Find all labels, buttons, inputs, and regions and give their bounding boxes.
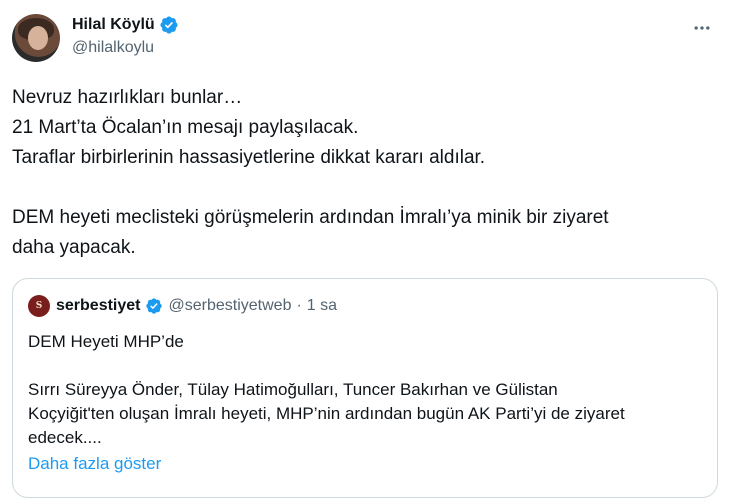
quoted-timestamp[interactable]: 1 sa — [307, 297, 337, 315]
display-name[interactable]: Hilal Köylü — [72, 16, 155, 34]
quoted-line: Koçyiğit'ten oluşan İmralı heyeti, MHP’n… — [28, 404, 625, 423]
quoted-text: DEM Heyeti MHP’de Sırrı Süreyya Önder, T… — [28, 330, 708, 450]
quoted-header: S serbestiyet @serbestiyetweb · 1 sa — [28, 295, 337, 317]
name-row: Hilal Köylü — [72, 14, 179, 36]
quoted-handle: @serbestiyetweb — [168, 297, 292, 314]
avatar-face — [28, 26, 48, 50]
tweet-line: DEM heyeti meclisteki görüşmelerin ardın… — [12, 207, 609, 228]
quoted-line: edecek.... — [28, 428, 102, 447]
separator-dot: · — [296, 297, 302, 314]
tweet-line: Taraflar birbirlerinin hassasiyetlerine … — [12, 147, 486, 168]
more-icon[interactable] — [690, 18, 714, 42]
quoted-display-name: serbestiyet — [56, 297, 141, 314]
tweet-header: Hilal Köylü @hilalkoylu — [12, 12, 720, 64]
tweet-line: daha yapacak. — [12, 237, 136, 258]
quoted-line: Sırrı Süreyya Önder, Tülay Hatimoğulları… — [28, 380, 558, 399]
handle[interactable]: @hilalkoylu — [72, 39, 154, 57]
show-more-link[interactable]: Daha fazla göster — [28, 454, 161, 474]
tweet-text: Nevruz hazırlıkları bunlar… 21 Mart’ta Ö… — [12, 83, 712, 263]
quoted-avatar: S — [28, 295, 50, 317]
tweet-line: 21 Mart’ta Öcalan’ın mesajı paylaşılacak… — [12, 117, 359, 138]
verified-badge-icon — [159, 15, 179, 35]
quoted-line: DEM Heyeti MHP’de — [28, 332, 184, 351]
verified-badge-icon — [145, 297, 163, 315]
quoted-tweet[interactable]: S serbestiyet @serbestiyetweb · 1 sa DEM… — [12, 278, 718, 498]
paragraph-break — [28, 354, 708, 378]
tweet-line: Nevruz hazırlıkları bunlar… — [12, 87, 243, 108]
paragraph-break — [12, 173, 712, 203]
avatar[interactable] — [12, 14, 60, 62]
